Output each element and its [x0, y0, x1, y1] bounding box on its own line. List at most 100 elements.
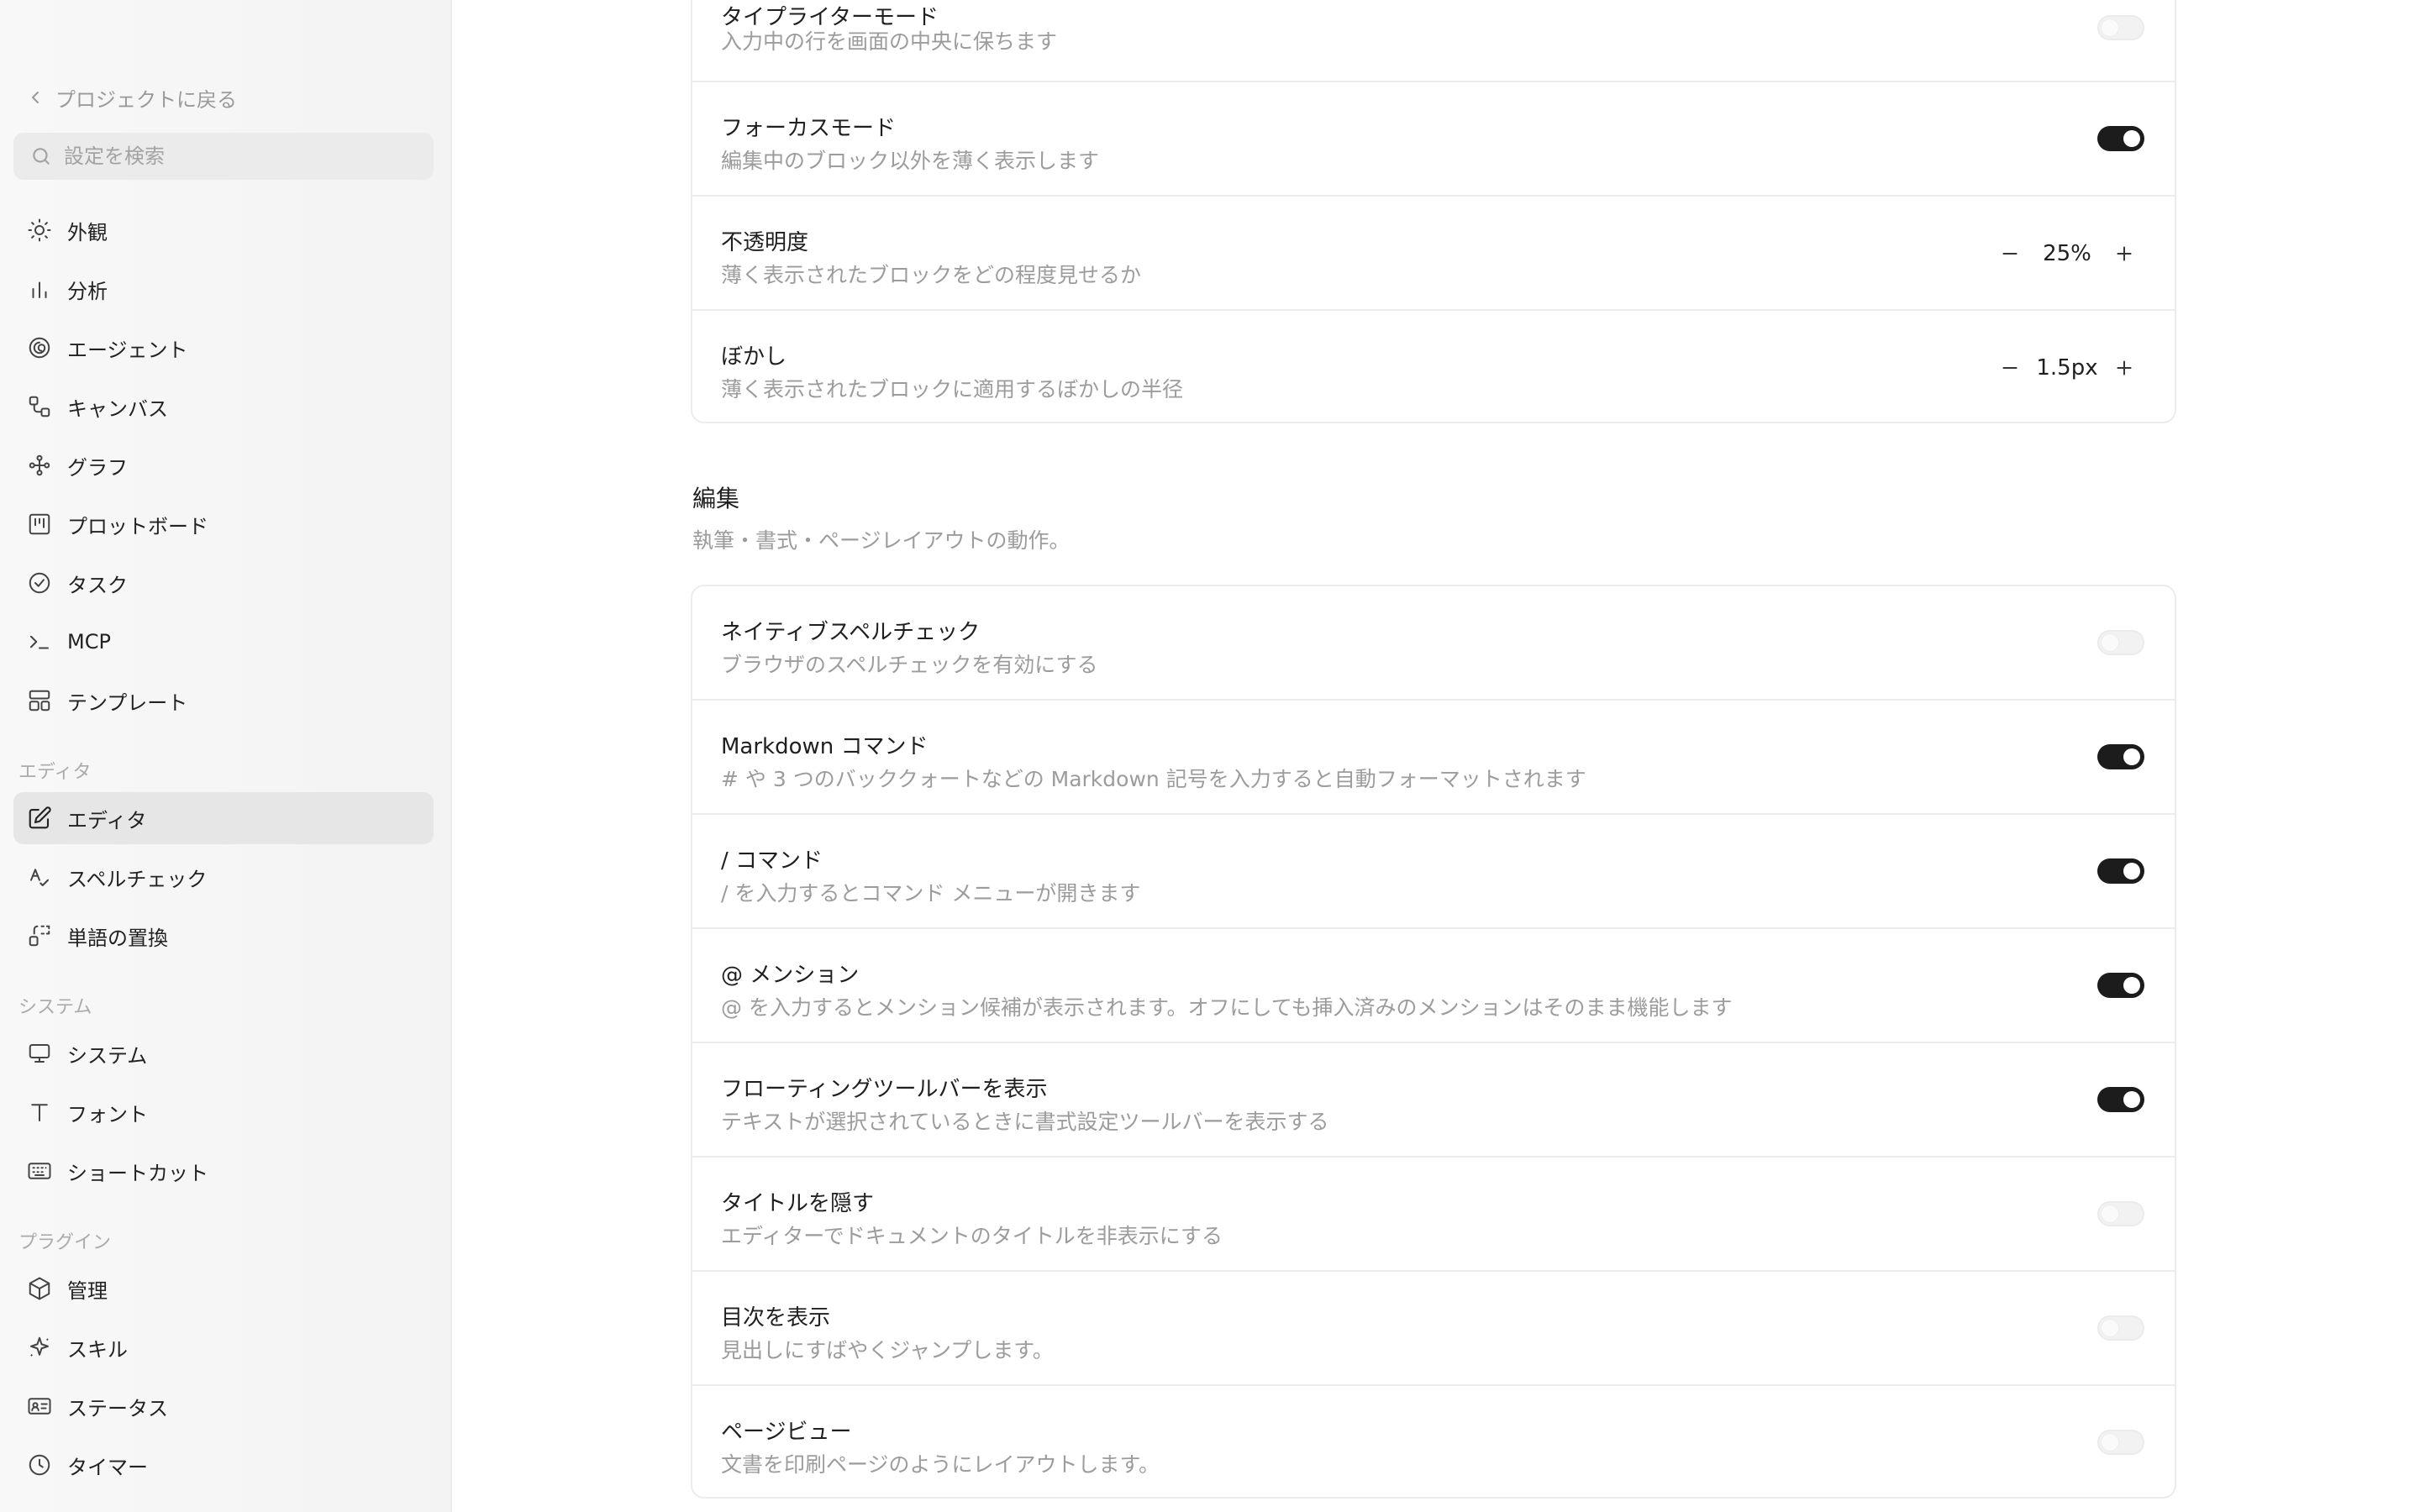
minus-icon — [2002, 253, 2018, 255]
back-to-project-link[interactable]: プロジェクトに戻る — [25, 81, 237, 114]
box-icon — [29, 1277, 50, 1300]
sidebar-item-appearance[interactable]: 外観 — [13, 204, 434, 256]
sidebar-item-label: MCP — [67, 630, 111, 654]
row-desc: 薄く表示されたブロックに適用するぼかしの半径 — [721, 377, 1184, 402]
opacity-stepper: 25% — [1993, 237, 2141, 270]
sun-icon — [28, 218, 51, 242]
row-desc: 編集中のブロック以外を薄く表示します — [721, 149, 1100, 173]
sidebar-item-label: スキル — [67, 1337, 128, 1362]
sidebar-item-canvas[interactable]: キャンバス — [13, 381, 434, 433]
sidebar-item-label: プロットボード — [67, 514, 208, 538]
table-of-contents-toggle[interactable] — [2097, 1315, 2144, 1341]
decrement-button[interactable] — [1993, 237, 2027, 270]
row-title: / コマンド — [721, 848, 823, 874]
sidebar-item-mcp[interactable]: MCP — [13, 616, 434, 668]
sidebar-item-label: 管理 — [67, 1278, 108, 1303]
sidebar-item-label: タイマー — [67, 1455, 148, 1479]
native-spellcheck-toggle[interactable] — [2097, 630, 2144, 655]
sidebar-item-label: 外観 — [67, 220, 108, 244]
sidebar-item-label: エージェント — [67, 338, 188, 362]
minus-icon — [2002, 367, 2018, 369]
sidebar-item-agent[interactable]: エージェント — [13, 322, 434, 374]
typewriter-mode-toggle[interactable] — [2097, 15, 2144, 40]
section-desc: 執筆・書式・ページレイアウトの動作。 — [692, 528, 1071, 553]
chevron-left-icon — [32, 92, 39, 103]
search-input[interactable] — [62, 144, 417, 169]
sidebar-item-analytics[interactable]: 分析 — [13, 263, 434, 315]
sidebar-item-label: キャンバス — [67, 396, 168, 421]
markdown-commands-toggle[interactable] — [2097, 744, 2144, 769]
row-title: ネイティブスペルチェック — [721, 620, 981, 645]
sidebar-item-label: スペルチェック — [67, 867, 208, 891]
markdown-commands-row: Markdown コマンド # や 3 つのバッククォートなどの Markdow… — [692, 701, 2175, 815]
increment-button[interactable] — [2107, 351, 2141, 385]
sidebar-item-editor[interactable]: エディタ — [13, 792, 434, 844]
back-link-label: プロジェクトに戻る — [55, 87, 237, 112]
sidebar-item-manage[interactable]: 管理 — [13, 1263, 434, 1315]
slash-commands-toggle[interactable] — [2097, 858, 2144, 884]
hide-title-toggle[interactable] — [2097, 1201, 2144, 1226]
slash-commands-row: / コマンド / を入力するとコマンド メニューが開きます — [692, 815, 2175, 929]
focus-mode-toggle[interactable] — [2097, 126, 2144, 151]
sidebar-item-status[interactable]: ステータス — [13, 1380, 434, 1432]
sidebar-item-fonts[interactable]: フォント — [13, 1086, 434, 1138]
sidebar-item-system[interactable]: システム — [13, 1027, 434, 1079]
sidebar-item-timer[interactable]: タイマー — [13, 1439, 434, 1491]
decrement-button[interactable] — [1993, 351, 2027, 385]
opacity-row: 不透明度 薄く表示されたブロックをどの程度見せるか 25% — [692, 197, 2175, 311]
opacity-value: 25% — [2043, 241, 2091, 266]
sidebar-item-label: タスク — [67, 573, 128, 597]
sidebar-item-templates[interactable]: テンプレート — [13, 675, 434, 727]
row-title: フォーカスモード — [721, 116, 897, 141]
row-title: Markdown コマンド — [721, 734, 929, 759]
sidebar-item-label: 分析 — [67, 279, 108, 303]
sidebar-item-tasks[interactable]: タスク — [13, 557, 434, 609]
search-icon — [33, 148, 50, 165]
increment-button[interactable] — [2107, 237, 2141, 270]
focus-mode-row: フォーカスモード 編集中のブロック以外を薄く表示します — [692, 82, 2175, 197]
sidebar-item-plotboard[interactable]: プロットボード — [13, 498, 434, 550]
floating-toolbar-row: フローティングツールバーを表示 テキストが選択されているときに書式設定ツールバー… — [692, 1043, 2175, 1158]
sidebar-item-shortcuts[interactable]: ショートカット — [13, 1145, 434, 1197]
row-desc: @ を入力するとメンション候補が表示されます。オフにしても挿入済みのメンションは… — [721, 995, 1733, 1020]
id-card-icon — [28, 1398, 51, 1415]
spiral-icon — [29, 337, 50, 359]
mentions-toggle[interactable] — [2097, 973, 2144, 998]
row-desc: 見出しにすばやくジャンプします。 — [721, 1338, 1054, 1362]
row-title: ぼかし — [721, 344, 787, 370]
plus-icon — [2117, 360, 2132, 375]
blur-stepper: 1.5px — [1993, 351, 2141, 385]
check-circle-icon — [29, 572, 50, 594]
row-desc: / を入力するとコマンド メニューが開きます — [721, 881, 1141, 906]
sidebar-item-label: ステータス — [67, 1396, 168, 1420]
edit-icon — [29, 806, 51, 829]
row-desc: # や 3 つのバッククォートなどの Markdown 記号を入力すると自動フォ… — [721, 767, 1586, 791]
section-label-system: システム — [18, 997, 92, 1018]
row-desc: 薄く表示されたブロックをどの程度見せるか — [721, 263, 1142, 287]
sidebar-item-skills[interactable]: スキル — [13, 1321, 434, 1373]
sidebar-item-label: テンプレート — [67, 690, 188, 715]
row-title: 目次を表示 — [721, 1305, 831, 1331]
page-view-toggle[interactable] — [2097, 1430, 2144, 1455]
page-view-row: ページビュー 文書を印刷ページのようにレイアウトします。 — [692, 1386, 2175, 1497]
blur-row: ぼかし 薄く表示されたブロックに適用するぼかしの半径 1.5px — [692, 311, 2175, 422]
row-desc: 入力中の行を画面の中央に保ちます — [721, 29, 1058, 54]
sidebar-item-spellcheck[interactable]: スペルチェック — [13, 851, 434, 903]
hide-title-row: タイトルを隠す エディターでドキュメントのタイトルを非表示にする — [692, 1158, 2175, 1272]
floating-toolbar-toggle[interactable] — [2097, 1087, 2144, 1112]
sidebar-item-graph[interactable]: グラフ — [13, 439, 434, 491]
canvas-icon — [29, 396, 50, 417]
section-title: 編集 — [692, 485, 740, 512]
settings-search[interactable] — [13, 133, 434, 180]
terminal-icon — [30, 635, 49, 649]
row-desc: テキストが選択されているときに書式設定ツールバーを表示する — [721, 1110, 1329, 1134]
row-desc: 文書を印刷ページのようにレイアウトします。 — [721, 1452, 1160, 1477]
section-label-plugins: プラグイン — [18, 1232, 112, 1253]
sidebar-item-label: グラフ — [67, 455, 128, 480]
graph-icon — [29, 454, 50, 476]
sidebar-item-label: システム — [67, 1043, 148, 1068]
settings-sidebar: プロジェクトに戻る 外観 分析 エージェント キャンバス グラフ — [0, 0, 452, 1512]
native-spellcheck-row: ネイティブスペルチェック ブラウザのスペルチェックを有効にする — [692, 586, 2175, 701]
sidebar-item-word-replace[interactable]: 単語の置換 — [13, 910, 434, 962]
settings-content: タイプライターモード 入力中の行を画面の中央に保ちます フォーカスモード 編集中… — [452, 0, 2420, 1512]
